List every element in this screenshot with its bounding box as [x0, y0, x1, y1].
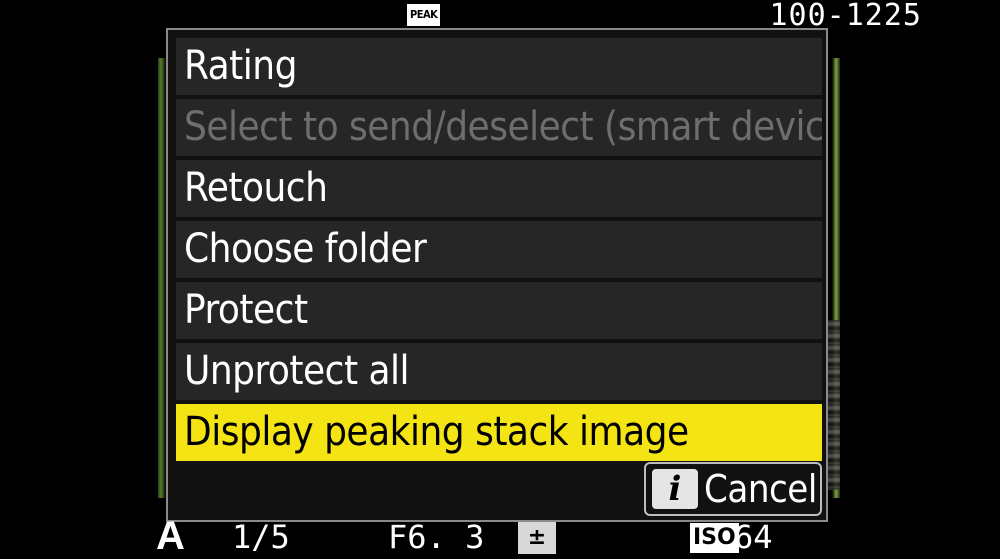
- aperture-value: F6. 3: [388, 518, 485, 556]
- iso-badge: ISO: [690, 523, 739, 553]
- exposure-compensation-icon: ±: [518, 522, 556, 554]
- shutter-speed: 1/5: [232, 518, 290, 556]
- cancel-button[interactable]: i Cancel: [644, 462, 822, 516]
- menu-item-select-to-send: Select to send/deselect (smart device): [176, 99, 822, 156]
- menu-list: Rating Select to send/deselect (smart de…: [176, 38, 822, 465]
- cancel-label: Cancel: [704, 467, 817, 511]
- info-icon: i: [652, 469, 698, 509]
- peak-badge: PEAK: [407, 4, 441, 26]
- iso-value: 64: [734, 518, 773, 556]
- exposure-mode: A: [156, 514, 185, 558]
- menu-item-protect[interactable]: Protect: [176, 282, 822, 339]
- background-photo-detail: [828, 320, 840, 490]
- playback-menu-panel: Rating Select to send/deselect (smart de…: [166, 28, 828, 522]
- menu-item-rating[interactable]: Rating: [176, 38, 822, 95]
- menu-item-unprotect-all[interactable]: Unprotect all: [176, 343, 822, 400]
- menu-item-display-peaking-stack-image[interactable]: Display peaking stack image: [176, 404, 822, 461]
- menu-item-choose-folder[interactable]: Choose folder: [176, 221, 822, 278]
- menu-item-retouch[interactable]: Retouch: [176, 160, 822, 217]
